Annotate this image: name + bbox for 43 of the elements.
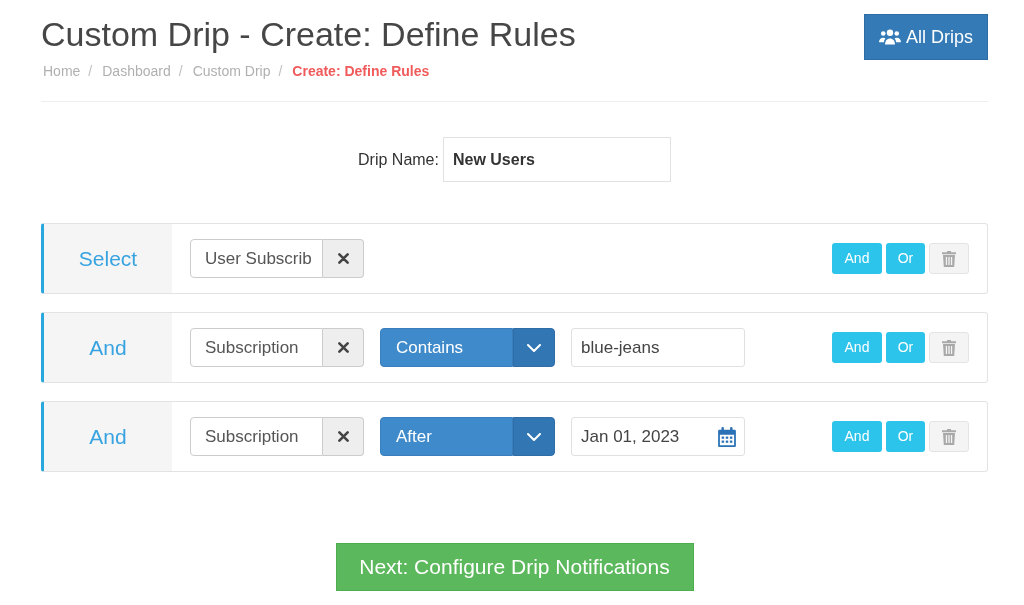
clear-button[interactable] <box>323 328 364 367</box>
clear-button[interactable] <box>323 239 364 278</box>
breadcrumb-separator: / <box>88 62 93 81</box>
trash-icon <box>942 250 956 267</box>
all-drips-button[interactable]: All Drips <box>864 14 988 60</box>
connector-label: And <box>44 402 172 471</box>
and-button[interactable]: And <box>832 243 882 274</box>
x-icon <box>337 431 349 442</box>
drip-name-label: Drip Name: <box>358 149 439 170</box>
trash-icon <box>942 339 956 356</box>
drip-name-input[interactable]: New Users <box>442 137 671 182</box>
dropdown-toggle-button[interactable] <box>513 417 555 456</box>
page-title: Custom Drip - Create: Define Rules <box>41 14 576 54</box>
field-input[interactable]: Subscription <box>190 417 323 456</box>
or-button[interactable]: Or <box>886 421 925 452</box>
field-input[interactable]: Subscription <box>190 328 323 367</box>
date-input[interactable]: Jan 01, 2023 <box>571 417 745 456</box>
next-button[interactable]: Next: Configure Drip Notifications <box>335 543 694 591</box>
dropdown-toggle-button[interactable] <box>513 328 555 367</box>
clear-button[interactable] <box>323 417 364 456</box>
operator-dropdown[interactable]: Contains <box>380 328 513 367</box>
chevron-down-icon <box>527 343 541 352</box>
x-icon <box>337 253 349 264</box>
trash-icon <box>942 428 956 445</box>
breadcrumb-link[interactable]: Home <box>43 61 81 81</box>
and-button[interactable]: And <box>832 421 882 452</box>
connector-label: Select <box>44 224 172 293</box>
or-button[interactable]: Or <box>886 243 925 274</box>
breadcrumb-link[interactable]: Dashboard <box>102 61 171 81</box>
users-icon <box>879 29 901 45</box>
value-input[interactable]: blue-jeans <box>571 328 745 367</box>
chevron-down-icon <box>527 432 541 441</box>
or-button[interactable]: Or <box>886 332 925 363</box>
breadcrumb-link[interactable]: Custom Drip <box>192 61 271 81</box>
field-input[interactable]: User Subscrib <box>190 239 323 278</box>
connector-label: And <box>44 313 172 382</box>
operator-dropdown[interactable]: After <box>380 417 513 456</box>
x-icon <box>337 342 349 353</box>
breadcrumb-separator: / <box>178 62 183 81</box>
and-button[interactable]: And <box>832 332 882 363</box>
calendar-icon <box>718 426 736 447</box>
breadcrumb-separator: / <box>278 62 283 81</box>
breadcrumb-current: Create: Define Rules <box>292 62 430 81</box>
